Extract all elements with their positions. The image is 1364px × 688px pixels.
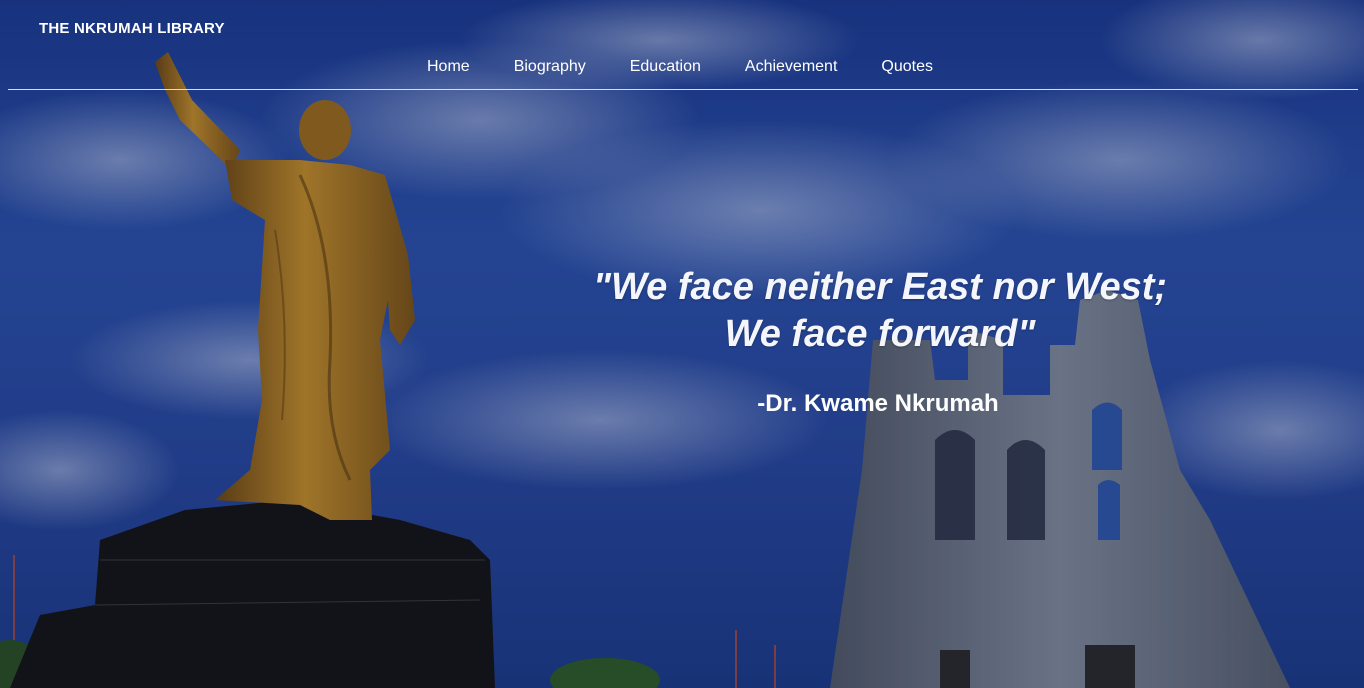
nav-link-biography[interactable]: Biography: [514, 58, 586, 76]
nav-link-quotes[interactable]: Quotes: [881, 58, 933, 76]
site-logo-text[interactable]: THE NKRUMAH LIBRARY: [39, 20, 225, 37]
hero-section: THE NKRUMAH LIBRARY Home Biography Educa…: [0, 0, 1364, 688]
nav-divider: [8, 89, 1358, 90]
nav-link-education[interactable]: Education: [630, 58, 701, 76]
hero-quote-line-1: "We face neither East nor West;: [592, 266, 1168, 308]
hero-quote: "We face neither East nor West; We face …: [540, 264, 1220, 358]
hero-quote-line-2: We face forward": [724, 313, 1036, 355]
nav-link-achievement[interactable]: Achievement: [745, 58, 838, 76]
main-nav: Home Biography Education Achievement Quo…: [0, 58, 1364, 76]
nav-link-home[interactable]: Home: [427, 58, 470, 76]
quote-author: -Dr. Kwame Nkrumah: [757, 390, 999, 417]
